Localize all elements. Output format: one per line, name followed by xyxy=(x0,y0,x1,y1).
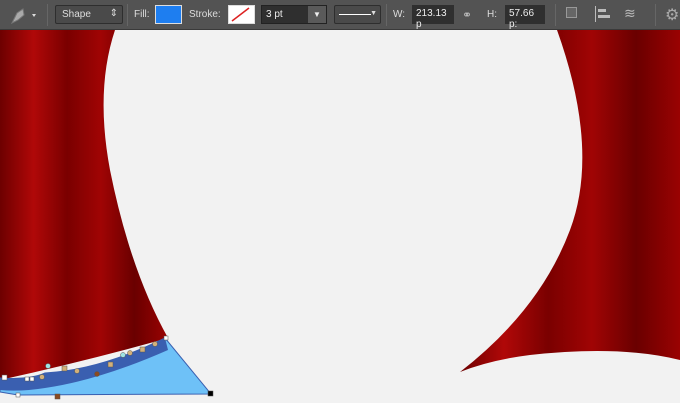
width-label: W: xyxy=(393,9,406,20)
separator xyxy=(47,4,48,26)
chevron-down-icon: ▼ xyxy=(370,10,377,17)
separator xyxy=(127,4,128,26)
separator xyxy=(386,4,387,26)
height-input[interactable]: 57.66 p: xyxy=(505,5,545,30)
path-operations-icon[interactable] xyxy=(566,7,577,18)
stroke-swatch[interactable] xyxy=(228,5,255,24)
stroke-width-value: 3 pt xyxy=(266,9,283,20)
fill-swatch[interactable] xyxy=(155,5,182,24)
left-curtain xyxy=(0,30,168,380)
pen-tool-icon[interactable] xyxy=(8,5,38,25)
mode-select[interactable]: Shape ⇕ xyxy=(55,5,123,24)
height-label: H: xyxy=(487,9,497,20)
path-alignment-icon[interactable] xyxy=(595,6,611,22)
separator xyxy=(555,4,556,26)
options-bar: Shape ⇕ Fill: Stroke: 3 pt ▼ ▼ W: 213.13 p… xyxy=(0,0,680,30)
stroke-label: Stroke: xyxy=(189,9,221,20)
stroke-type-select[interactable]: ▼ xyxy=(334,5,381,24)
fill-label: Fill: xyxy=(134,9,150,20)
right-curtain xyxy=(460,30,680,372)
gear-icon[interactable]: ⚙ xyxy=(665,5,679,25)
stroke-width-input[interactable]: 3 pt ▼ xyxy=(261,5,327,24)
mode-value: Shape xyxy=(62,9,91,20)
path-arrangement-icon[interactable]: ≋ xyxy=(624,5,636,22)
chevron-down-icon[interactable]: ▼ xyxy=(308,6,326,23)
separator xyxy=(655,4,656,26)
updown-icon: ⇕ xyxy=(109,8,118,19)
link-icon[interactable]: ⚭ xyxy=(462,8,472,22)
canvas-artwork xyxy=(0,30,680,400)
width-input[interactable]: 213.13 p xyxy=(412,5,454,30)
document-canvas[interactable] xyxy=(0,30,680,400)
